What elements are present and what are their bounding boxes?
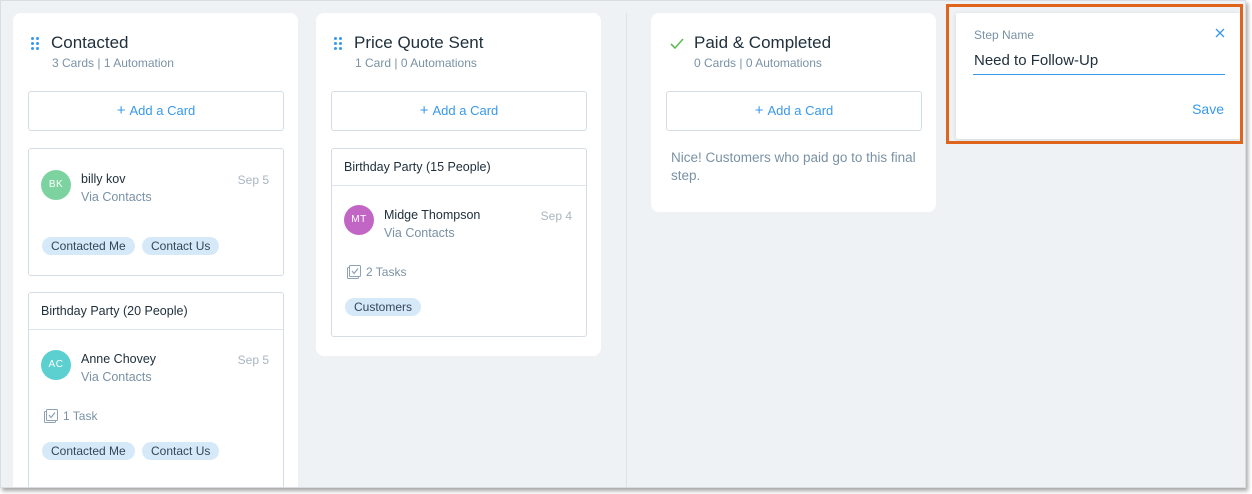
contact-name[interactable]: billy kov [81, 172, 125, 186]
plus-icon: + [116, 102, 126, 119]
automations-count[interactable]: 0 Automations [746, 56, 822, 70]
stats-separator: | [97, 56, 101, 70]
tasks-count[interactable]: 2 Tasks [346, 265, 406, 281]
deal-card[interactable]: Birthday Party (20 People) AC Anne Chove… [28, 292, 284, 487]
column-stats: 1 Card | 0 Automations [355, 56, 477, 70]
highlight-outline [946, 4, 1243, 144]
final-step-note: Nice! Customers who paid go to this fina… [671, 150, 916, 183]
card-title: Birthday Party (20 People) [29, 293, 283, 330]
card-title: Birthday Party (15 People) [332, 149, 586, 186]
contact-source: Via Contacts [81, 370, 152, 384]
avatar: AC [41, 350, 71, 380]
cards-count: 1 Card [355, 56, 392, 70]
deal-card[interactable]: Birthday Party (15 People) MT Midge Thom… [331, 148, 587, 337]
column-stats: 3 Cards | 1 Automation [52, 56, 174, 70]
add-card-label: Add a Card [129, 103, 196, 118]
add-card-label: Add a Card [767, 103, 834, 118]
drag-handle-icon[interactable] [31, 37, 41, 51]
column-title[interactable]: Contacted [51, 33, 129, 53]
plus-icon: + [419, 102, 429, 119]
card-date: Sep 5 [237, 173, 269, 187]
column-stats: 0 Cards | 0 Automations [694, 56, 822, 70]
column-price-quote-sent: Price Quote Sent 1 Card | 0 Automations … [316, 13, 601, 356]
contact-name[interactable]: Anne Chovey [81, 352, 156, 366]
column-divider [626, 13, 627, 487]
avatar: BK [41, 170, 71, 200]
contact-source: Via Contacts [384, 226, 455, 240]
automations-count[interactable]: 1 Automation [104, 56, 174, 70]
task-checklist-icon [44, 409, 58, 423]
avatar: MT [344, 205, 374, 235]
tag-customers: Customers [345, 298, 422, 316]
tasks-label: 1 Task [63, 409, 98, 424]
drag-handle-icon[interactable] [334, 37, 344, 51]
tag-contacted-me: Contacted Me [42, 442, 135, 460]
task-checklist-icon [347, 265, 361, 279]
contact-source: Via Contacts [81, 190, 152, 204]
tag-contact-us: Contact Us [142, 237, 220, 255]
column-title[interactable]: Paid & Completed [694, 33, 831, 53]
tag-contact-us: Contact Us [142, 442, 220, 460]
deal-card[interactable]: BK billy kov Via Contacts Sep 5 Contacte… [28, 148, 284, 276]
column-contacted: Contacted 3 Cards | 1 Automation + Add a … [13, 13, 298, 487]
tasks-count[interactable]: 1 Task [43, 409, 97, 425]
column-title[interactable]: Price Quote Sent [354, 33, 483, 53]
card-date: Sep 5 [237, 353, 269, 367]
contact-name[interactable]: Midge Thompson [384, 208, 480, 222]
checkmark-icon [670, 38, 684, 50]
automations-count[interactable]: 0 Automations [401, 56, 477, 70]
add-card-button[interactable]: + Add a Card [331, 91, 587, 131]
tasks-label: 2 Tasks [366, 265, 407, 280]
tag-contacted-me: Contacted Me [42, 237, 135, 255]
stats-separator: | [739, 56, 743, 70]
add-card-label: Add a Card [432, 103, 499, 118]
plus-icon: + [754, 102, 764, 119]
cards-count: 3 Cards [52, 56, 95, 70]
column-paid-completed: Paid & Completed 0 Cards | 0 Automations… [651, 13, 936, 212]
add-card-button[interactable]: + Add a Card [666, 91, 922, 131]
cards-count: 0 Cards [694, 56, 737, 70]
stats-separator: | [394, 56, 398, 70]
card-date: Sep 4 [540, 209, 572, 223]
add-card-button[interactable]: + Add a Card [28, 91, 284, 131]
